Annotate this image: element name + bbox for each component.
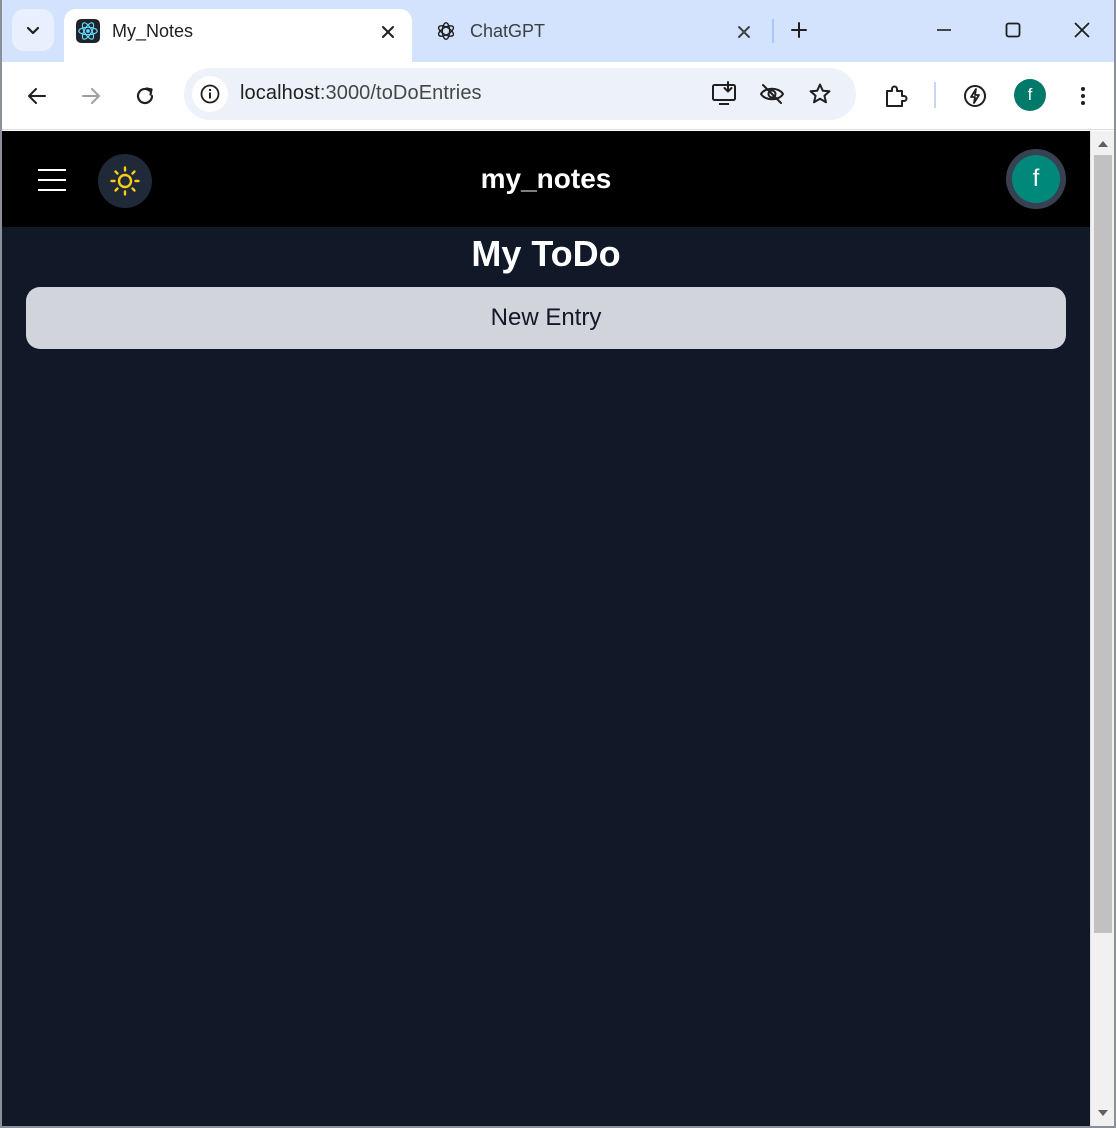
scrollbar-thumb[interactable] — [1094, 155, 1112, 933]
puzzle-icon — [886, 85, 908, 107]
reload-button[interactable] — [125, 76, 165, 116]
info-icon — [200, 84, 220, 104]
page-viewport: my_notes f My ToDo New Entry — [2, 131, 1090, 1126]
star-icon[interactable] — [804, 78, 836, 110]
maximize-button[interactable] — [993, 10, 1033, 50]
close-icon[interactable] — [730, 18, 758, 46]
forward-button[interactable] — [71, 76, 111, 116]
close-window-button[interactable] — [1062, 10, 1102, 50]
arrow-right-icon — [82, 88, 100, 104]
minimize-icon — [937, 29, 951, 31]
page-title: My ToDo — [471, 233, 621, 274]
leaf-bolt-icon — [964, 85, 986, 107]
back-button[interactable] — [17, 76, 57, 116]
scroll-up-arrow-icon[interactable] — [1091, 133, 1114, 155]
avatar: f — [1012, 155, 1060, 203]
site-info-button[interactable] — [192, 76, 228, 112]
browser-toolbar: localhost:3000/toDoEntries f — [2, 62, 1114, 130]
react-icon — [76, 19, 100, 43]
url-text: localhost:3000/toDoEntries — [240, 82, 482, 105]
app-header: my_notes f — [2, 131, 1090, 227]
tab-search-button[interactable] — [12, 9, 54, 51]
reload-icon — [136, 87, 154, 105]
close-icon — [1074, 22, 1090, 38]
plus-icon — [791, 22, 807, 38]
browser-profile-avatar[interactable]: f — [1014, 79, 1046, 111]
tab-title: My_Notes — [112, 21, 194, 41]
close-icon[interactable] — [374, 18, 402, 46]
browser-menu-button[interactable] — [1063, 76, 1103, 116]
new-entry-button[interactable]: New Entry — [26, 287, 1066, 349]
page-scrollbar[interactable] — [1090, 131, 1114, 1126]
url-path: :3000/toDoEntries — [319, 82, 482, 104]
tab-separator — [772, 19, 774, 43]
app-title: my_notes — [480, 163, 612, 194]
performance-button[interactable] — [955, 76, 995, 116]
maximize-icon — [1005, 22, 1021, 38]
tab-chatgpt[interactable]: ChatGPT — [422, 9, 768, 62]
url-host: localhost — [240, 82, 320, 104]
minimize-button[interactable] — [924, 10, 964, 50]
scroll-down-arrow-icon[interactable] — [1091, 1102, 1114, 1124]
user-avatar-button[interactable]: f — [1006, 149, 1066, 209]
arrow-left-icon — [28, 88, 46, 104]
toolbar-divider — [934, 82, 936, 108]
tab-my-notes[interactable]: My_Notes — [64, 9, 412, 62]
tab-strip: My_Notes ChatGPT — [2, 0, 1114, 62]
new-tab-button[interactable] — [783, 14, 815, 46]
install-app-icon[interactable] — [708, 78, 740, 110]
extensions-button[interactable] — [876, 76, 916, 116]
openai-icon — [434, 19, 458, 43]
more-vertical-icon — [1081, 87, 1085, 105]
chevron-down-icon — [26, 26, 40, 35]
tab-title: ChatGPT — [470, 21, 546, 41]
eye-off-icon[interactable] — [756, 78, 788, 110]
browser-window: My_Notes ChatGPT localhost:3000/toDoEntr… — [0, 0, 1116, 1128]
address-bar[interactable]: localhost:3000/toDoEntries — [184, 68, 856, 120]
